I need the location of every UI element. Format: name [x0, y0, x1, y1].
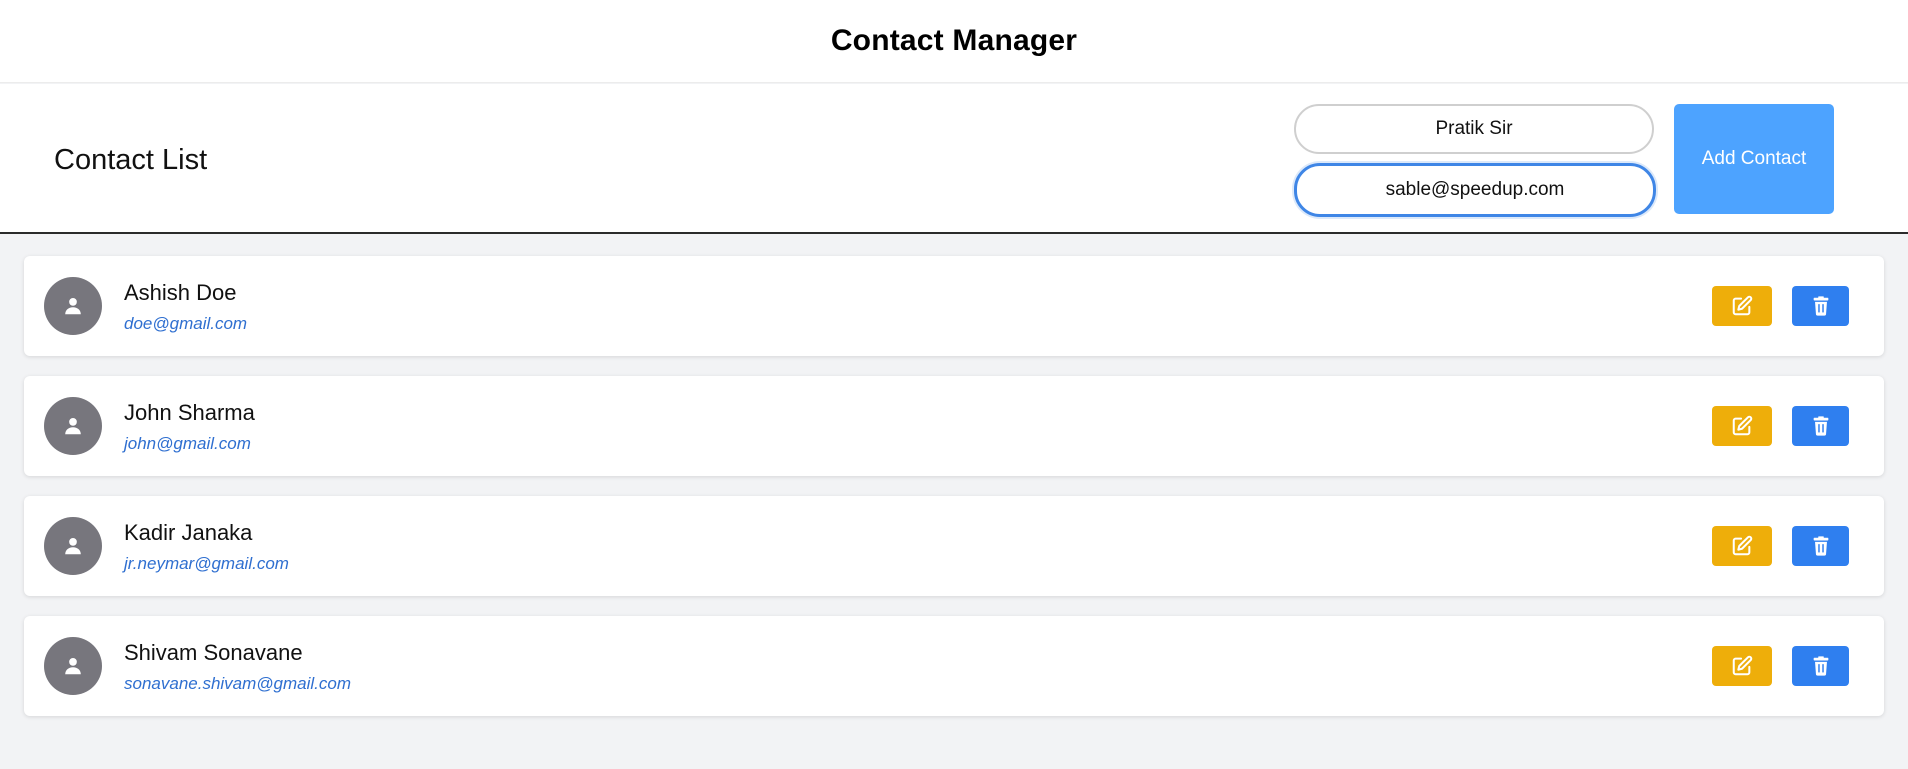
avatar [44, 517, 102, 575]
trash-icon [1813, 416, 1828, 436]
contact-name: Shivam Sonavane [124, 640, 303, 665]
avatar [44, 397, 102, 455]
delete-button[interactable] [1792, 286, 1849, 326]
edit-icon [1732, 295, 1753, 316]
edit-button[interactable] [1712, 406, 1772, 446]
edit-button[interactable] [1712, 286, 1772, 326]
edit-icon [1732, 535, 1753, 556]
delete-button[interactable] [1792, 526, 1849, 566]
avatar [44, 637, 102, 695]
name-input[interactable] [1294, 104, 1654, 154]
app-title: Contact Manager [830, 24, 1078, 57]
contact-email: sonavane.shivam@gmail.com [124, 674, 352, 693]
contact-email: john@gmail.com [124, 434, 251, 453]
edit-button[interactable] [1712, 526, 1772, 566]
user-icon [65, 298, 81, 315]
add-contact-button[interactable]: Add Contact [1674, 104, 1834, 214]
delete-button[interactable] [1792, 646, 1849, 686]
contact-card: Shivam Sonavane sonavane.shivam@gmail.co… [24, 616, 1884, 716]
contact-card: John Sharma john@gmail.com [24, 376, 1884, 476]
trash-icon [1813, 536, 1828, 556]
edit-icon [1732, 415, 1753, 436]
user-icon [65, 538, 81, 555]
trash-icon [1813, 296, 1828, 316]
user-icon [65, 658, 81, 675]
contact-card: Kadir Janaka jr.neymar@gmail.com [24, 496, 1884, 596]
contact-name: Kadir Janaka [124, 520, 253, 545]
email-input[interactable] [1294, 163, 1656, 217]
contact-name: Ashish Doe [124, 280, 237, 305]
contact-card: Ashish Doe doe@gmail.com [24, 256, 1884, 356]
edit-icon [1732, 655, 1753, 676]
edit-button[interactable] [1712, 646, 1772, 686]
avatar [44, 277, 102, 335]
contact-name: John Sharma [124, 400, 255, 425]
contact-email: jr.neymar@gmail.com [124, 554, 289, 573]
delete-button[interactable] [1792, 406, 1849, 446]
trash-icon [1813, 656, 1828, 676]
contact-email: doe@gmail.com [124, 314, 248, 333]
section-title: Contact List [54, 144, 208, 176]
app-header: Contact Manager [0, 0, 1908, 83]
contact-form-bar: Contact List Add Contact [0, 84, 1908, 234]
user-icon [65, 418, 81, 435]
